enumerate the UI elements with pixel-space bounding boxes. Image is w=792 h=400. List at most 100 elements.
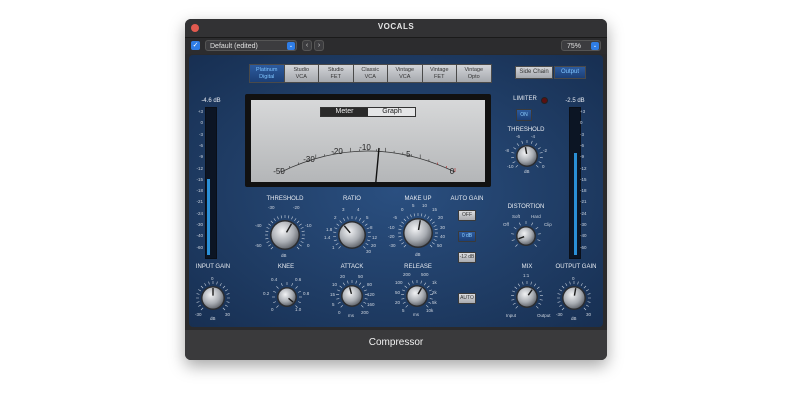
knob-tick: [535, 164, 539, 168]
knob-tick: [569, 281, 571, 285]
knob-tick: [538, 161, 542, 164]
knob-tick: [347, 216, 349, 220]
mode-button-platinum-digital[interactable]: Platinum Digital: [249, 64, 285, 83]
knob-tick: [364, 298, 368, 300]
mode-button-classic-vca[interactable]: Classic VCA: [352, 64, 388, 83]
ratio-knob-tick-label: 8: [370, 225, 373, 230]
output-button[interactable]: Output: [554, 66, 586, 79]
knob-tick: [200, 285, 204, 289]
distortion-label: DISTORTION: [507, 204, 545, 210]
knob-tick: [358, 282, 362, 286]
release-knob-tick-label: 500: [421, 272, 429, 277]
knob-tick: [412, 280, 414, 284]
mode-button-studio-fet[interactable]: Studio FET: [318, 64, 354, 83]
attack-knob-tick-label: 20: [340, 274, 346, 279]
mode-button-vintage-vca[interactable]: Vintage VCA: [387, 64, 423, 83]
input-scale-label: -6: [198, 142, 203, 148]
input-scale-label: 0: [200, 120, 203, 126]
knob-tick: [515, 305, 519, 309]
knob-tick: [295, 286, 298, 289]
knob-tick: [407, 282, 411, 286]
knob-tick: [365, 243, 369, 246]
knob-tick: [534, 244, 537, 247]
output-scale-label: -60: [580, 244, 587, 250]
make-up-knob-tick-label: -10: [388, 225, 395, 230]
mode-button-vintage-opto[interactable]: Vintage Opto: [456, 64, 492, 83]
knob-tick: [362, 220, 365, 224]
output-scale-label: -24: [580, 210, 587, 216]
knob-tick: [196, 301, 200, 303]
knob-tick: [559, 289, 563, 292]
attack-knob-tick-label: 160: [367, 302, 375, 307]
knob-body: [563, 287, 585, 309]
make-up-knob-tick-label: 0: [401, 207, 404, 212]
knob-tick: [265, 230, 269, 232]
limiter-threshold-knob-tick-label: dB: [524, 169, 530, 174]
knob-tick: [226, 301, 230, 303]
knob-body: [407, 286, 427, 306]
threshold-knob-tick-label: -30: [268, 205, 275, 210]
distortion-knob[interactable]: [506, 216, 546, 256]
knob-tick: [420, 280, 422, 284]
output-scale-label: -12: [580, 165, 587, 171]
plugin-window: VOCALS ✓ Default (edited) ⌄ ‹ › 75% ⌄ Pl…: [185, 19, 607, 360]
auto-gain-label: AUTO GAIN: [450, 196, 484, 202]
mix-knob[interactable]: [506, 276, 548, 318]
knob-tick: [198, 304, 202, 307]
input-scale-label: -12: [196, 165, 203, 171]
knob-tick: [518, 222, 521, 226]
output-scale-label: -18: [580, 188, 587, 194]
output-gain-knob-tick-label: dB: [571, 316, 577, 321]
knob-tick: [363, 301, 367, 304]
mode-button-studio-vca[interactable]: Studio VCA: [283, 64, 319, 83]
mode-line-2: FET: [434, 73, 445, 80]
limiter-on-button[interactable]: ON: [516, 109, 532, 121]
side-chain-button[interactable]: Side Chain: [515, 66, 553, 79]
knob-tick: [583, 285, 587, 289]
mode-button-vintage-fet[interactable]: Vintage FET: [421, 64, 457, 83]
knob-tick: [363, 289, 367, 292]
input-gain-knob-tick-label: 30: [225, 312, 231, 317]
knob-tick: [216, 281, 218, 285]
make-up-knob[interactable]: [393, 208, 443, 258]
threshold-knob-tick-label: -40: [255, 223, 262, 228]
limiter-threshold-knob-tick-label: -4: [531, 134, 536, 139]
knob-tick: [301, 230, 305, 232]
release-auto-button[interactable]: AUTO: [458, 293, 476, 304]
knob-tick: [296, 246, 300, 250]
auto-gain-off-button[interactable]: OFF: [458, 210, 476, 221]
knob-tick: [273, 218, 276, 222]
knob-tick: [433, 239, 437, 241]
auto-gain-0db-button[interactable]: 0 dB: [458, 231, 476, 242]
output-scale-label: -30: [580, 222, 587, 227]
knob-tick: [512, 302, 516, 305]
ratio-knob-tick-label: 3: [342, 207, 345, 212]
input-scale-label: -40: [196, 233, 203, 239]
knob-tick: [513, 226, 517, 230]
knob-tick: [521, 140, 523, 144]
knob-tick: [291, 283, 294, 287]
knob-tick: [515, 164, 519, 168]
knob-tick: [425, 304, 429, 308]
output-scale-label: -15: [580, 176, 587, 182]
knob-body: [342, 286, 362, 306]
knob-tick: [427, 216, 430, 220]
knob-tick: [531, 140, 533, 144]
knob-tick: [276, 305, 279, 308]
knob-tick: [347, 280, 349, 284]
knob-tick: [433, 225, 437, 227]
knob-tick: [277, 216, 279, 220]
knob-tick: [268, 244, 272, 247]
bypass-checkbox[interactable]: ✓: [191, 41, 200, 50]
previous-preset-button[interactable]: ‹: [302, 40, 312, 51]
zoom-dropdown[interactable]: 75% ⌄: [561, 40, 601, 51]
auto-gain-minus12db-button[interactable]: -12 dB: [458, 252, 476, 263]
knob-tick: [355, 216, 357, 220]
ratio-knob-tick-label: 4: [357, 207, 360, 212]
attack-knob-tick-label: 50: [358, 274, 364, 279]
knob-tick: [538, 302, 542, 305]
knob-tick: [224, 289, 228, 292]
preset-dropdown[interactable]: Default (edited) ⌄: [205, 40, 297, 51]
next-preset-button[interactable]: ›: [314, 40, 324, 51]
knob-tick: [559, 304, 563, 307]
